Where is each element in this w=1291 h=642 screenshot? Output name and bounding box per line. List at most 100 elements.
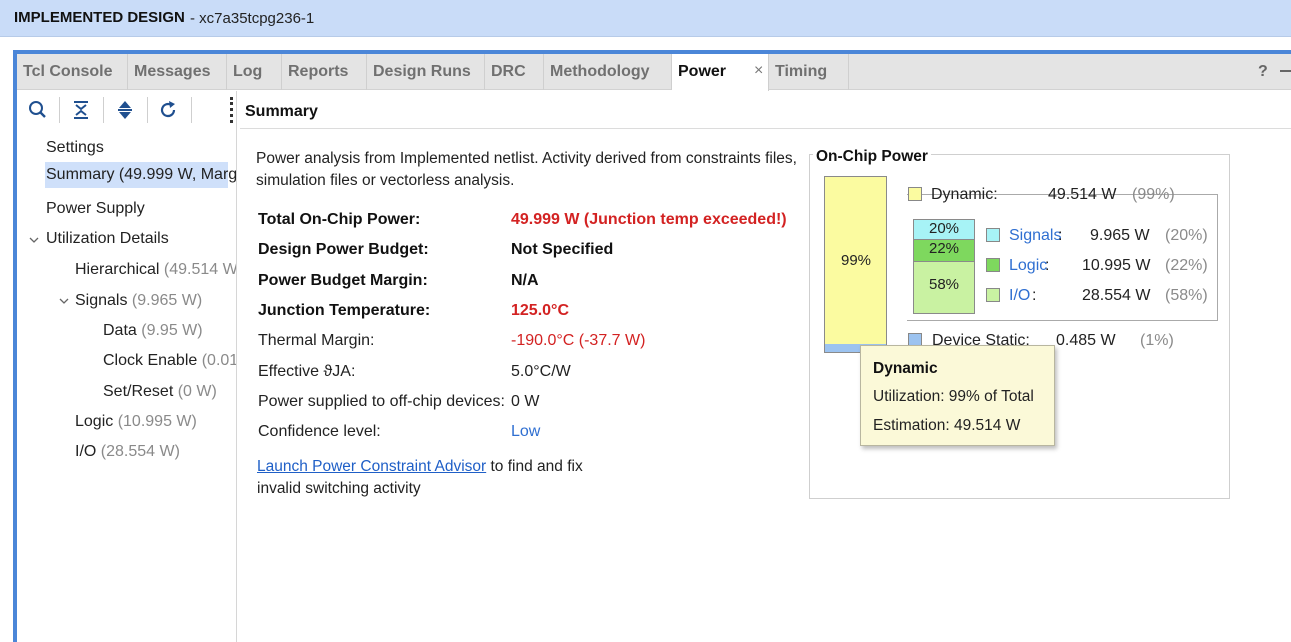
tree-item-value: (9.965 W) [127,292,203,309]
tree-item-label: Signals [75,292,128,309]
toolbar-separator [147,97,148,123]
tab-methodology[interactable]: Methodology [544,54,672,90]
tree-item-clock-enable[interactable]: Clock Enable (0.01 [103,348,236,374]
tree-item-label: Settings [46,139,104,156]
tree-item-settings[interactable]: Settings [46,135,104,161]
signals-bar-segment[interactable]: 20% [914,220,974,240]
tree-item-summary[interactable]: Summary (49.999 W, Marg [45,162,236,188]
tree-item-signals[interactable]: Signals (9.965 W) [75,288,202,314]
tab-log[interactable]: Log [227,54,282,90]
io-link[interactable]: I/O [1009,287,1030,305]
signals-value: 9.965 W [1090,227,1150,244]
minimize-icon[interactable] [1280,70,1291,72]
io-colon: : [1032,287,1037,304]
logic-segment-percent: 22% [928,240,960,257]
signals-link[interactable]: Signals [1009,227,1061,245]
logic-bar-segment[interactable]: 22% [914,240,974,262]
part-name: - xc7a35tcpg236-1 [190,10,315,27]
effective-theta-ja-value: 5.0°C/W [511,363,571,380]
tab-close-icon[interactable]: × [754,62,763,80]
refresh-icon[interactable] [157,99,179,121]
dynamic-tooltip: Dynamic Utilization: 99% of Total Estima… [860,345,1055,446]
tree-item-logic[interactable]: Logic (10.995 W) [75,409,197,435]
tab-drc[interactable]: DRC [485,54,544,90]
toolbar-separator [59,97,60,123]
expand-all-icon[interactable] [114,99,136,121]
device-static-value: 0.485 W [1056,332,1116,349]
tab-messages[interactable]: Messages [128,54,227,90]
tree-item-hierarchical[interactable]: Hierarchical (49.514 W [75,257,236,283]
tree-item-label: Data [103,322,137,339]
summary-header: Summary [240,91,1291,129]
io-bar-segment[interactable]: 58% [914,262,974,313]
signals-color-swatch [986,228,1000,242]
dynamic-color-swatch [908,187,922,201]
tab-label: Timing [775,63,828,80]
collapse-all-icon[interactable] [70,99,92,121]
tab-tcl-console[interactable]: Tcl Console [17,54,128,90]
tab-label: Tcl Console [23,63,113,80]
tree-item-label: Logic [75,413,114,430]
tab-label: Messages [134,63,211,80]
io-value: 28.554 W [1082,287,1151,304]
chevron-down-icon[interactable] [29,235,39,245]
tree-item-value: (10.995 W) [113,413,197,430]
tree-item-power-supply[interactable]: Power Supply [46,196,145,222]
tree-item-value: (0.01 [197,352,236,369]
power-budget-label: Design Power Budget: [258,241,429,258]
confidence-level-label: Confidence level: [258,423,381,440]
tab-label: Reports [288,63,349,80]
tooltip-estimation: Estimation: 49.514 W [873,417,1021,434]
budget-margin-value: N/A [511,272,539,289]
thermal-margin-value: -190.0°C (-37.7 W) [511,332,646,349]
tab-design-runs[interactable]: Design Runs [367,54,485,90]
summary-intro: Power analysis from Implemented netlist.… [256,150,797,189]
tree-item-value: (49.514 W [159,261,236,278]
tree-item-label: Hierarchical [75,261,160,278]
junction-temp-label: Junction Temperature: [258,302,431,319]
signals-percent: (20%) [1165,227,1208,244]
vertical-splitter[interactable] [236,91,237,642]
on-chip-power-title: On-Chip Power [813,148,931,166]
tab-label: Log [233,63,263,80]
dynamic-breakdown-bar: 20% 22% 58% [913,219,975,314]
tree-item-set-reset[interactable]: Set/Reset (0 W) [103,379,217,405]
tree-toolbar [17,91,237,129]
off-chip-power-value: 0 W [511,393,540,410]
tab-timing[interactable]: Timing [769,54,849,90]
signals-colon: : [1058,227,1063,244]
dynamic-label: Dynamic: [931,186,998,203]
off-chip-power-label: Power supplied to off-chip devices: [258,393,505,410]
confidence-level-link[interactable]: Low [511,423,540,441]
tooltip-utilization: Utilization: 99% of Total [873,388,1034,405]
advisor-text: Launch Power Constraint Advisor to find … [257,456,617,500]
splitter-grip[interactable] [230,97,234,123]
total-power-value: 49.999 W (Junction temp exceeded!) [511,211,787,228]
tree-item-data[interactable]: Data (9.95 W) [103,318,203,344]
tab-power[interactable]: Power × [672,54,769,91]
tree-item-label: Set/Reset [103,383,174,400]
tooltip-title: Dynamic [873,360,938,377]
logic-value: 10.995 W [1082,257,1151,274]
thermal-margin-label: Thermal Margin: [258,332,375,349]
tab-reports[interactable]: Reports [282,54,367,90]
tab-label: DRC [491,63,526,80]
tree-item-label: Clock Enable [103,352,198,369]
search-icon[interactable] [27,99,49,121]
io-percent: (58%) [1165,287,1208,304]
io-color-swatch [986,288,1000,302]
tree-item-value: (28.554 W) [96,443,180,460]
tab-label: Power [678,63,727,80]
summary-header-label: Summary [245,103,318,120]
chevron-down-icon[interactable] [59,296,69,306]
logic-color-swatch [986,258,1000,272]
tree-item-io[interactable]: I/O (28.554 W) [75,439,180,465]
dynamic-percent-label: 99% [840,252,872,269]
power-constraint-advisor-link[interactable]: Launch Power Constraint Advisor [257,458,486,475]
tree-item-utilization-details[interactable]: Utilization Details [46,226,169,252]
help-icon[interactable]: ? [1258,63,1268,81]
logic-link[interactable]: Logic [1009,257,1047,275]
dynamic-value: 49.514 W [1048,186,1117,203]
design-title: IMPLEMENTED DESIGN [14,9,185,26]
toolbar-separator [103,97,104,123]
